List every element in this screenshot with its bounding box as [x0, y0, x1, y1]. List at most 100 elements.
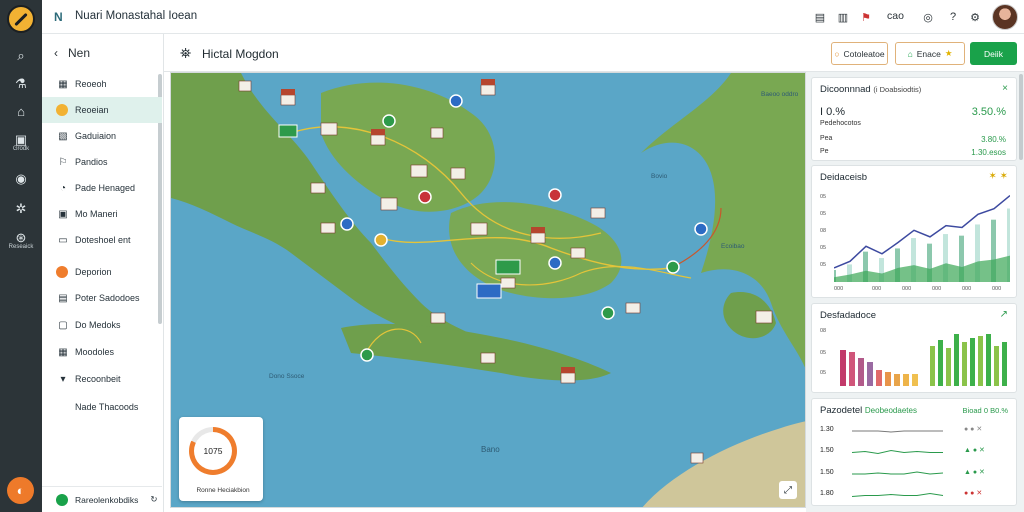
- nav-item-deporion[interactable]: Deporion: [42, 259, 162, 285]
- secondary-nav: ‹ Nen ▦ Reoeoh Reoeian ▧ Gaduiaion ⚐ Pandios…: [42, 34, 164, 512]
- bar: [946, 348, 951, 386]
- house-marker: [320, 122, 338, 136]
- house-marker: [238, 80, 252, 92]
- row-actions[interactable]: ● ● ✕: [964, 425, 982, 433]
- y-tick: 08: [820, 228, 827, 234]
- house-marker: [500, 277, 516, 289]
- house-marker: [690, 452, 704, 464]
- sparkline: [852, 471, 944, 475]
- bar: [994, 346, 999, 386]
- briefcase-icon[interactable]: ▥: [835, 9, 851, 25]
- image-icon: ▧: [58, 130, 68, 142]
- nav-item-reoeoh[interactable]: ▦ Reoeoh: [42, 71, 162, 97]
- pin-box-marker: [495, 259, 521, 275]
- table-row-label: 1.80: [820, 490, 834, 497]
- roof-marker: [561, 367, 575, 373]
- back-link[interactable]: ‹ Nen: [54, 46, 90, 60]
- gear-icon[interactable]: ⚙: [967, 9, 983, 25]
- nav-item-moodoles[interactable]: ▦ Moodoles: [42, 339, 162, 365]
- bar: [867, 362, 873, 386]
- avatar[interactable]: [992, 4, 1018, 30]
- kpi-label: Pea: [820, 135, 833, 142]
- fullscreen-icon[interactable]: ⤢: [779, 481, 797, 499]
- filter-button[interactable]: ○ Cotoleatoe: [831, 42, 888, 65]
- nav-item-nade[interactable]: Nade Thacoods: [42, 394, 162, 420]
- nav-item-pade-henaged[interactable]: ◔ Pade Henaged: [42, 175, 162, 201]
- bar: [986, 334, 991, 386]
- pin-marker: [694, 222, 708, 236]
- grid-icon: ▦: [58, 346, 68, 358]
- close-icon[interactable]: ×: [1002, 83, 1008, 94]
- map-label: Baeoo oddro: [761, 91, 799, 98]
- nav-item-poter[interactable]: ▤ Poter Sadodoes: [42, 285, 162, 311]
- nav-item-gaduiaion[interactable]: ▧ Gaduiaion: [42, 123, 162, 149]
- house-marker: [530, 232, 546, 244]
- y-tick: 05: [820, 211, 827, 217]
- map-canvas[interactable]: [171, 73, 806, 508]
- globe-icon[interactable]: ◎: [920, 9, 936, 25]
- progress-widget[interactable]: 1075 Ronne Heciakbion: [179, 417, 263, 501]
- calendar-icon: ▭: [58, 234, 68, 246]
- star-icon[interactable]: ✶ ✶: [988, 171, 1008, 182]
- house-marker: [370, 134, 386, 146]
- rail-research[interactable]: ⊛ Reseaick: [0, 228, 42, 254]
- nav-footer[interactable]: Rareolenkobdiks ↻: [42, 486, 162, 512]
- panel-scrollbar[interactable]: [1019, 74, 1023, 160]
- roof-marker: [531, 227, 545, 233]
- status-text: cao: [887, 10, 904, 22]
- bar-chart[interactable]: [834, 330, 1012, 386]
- rail-chat[interactable]: ◉: [0, 165, 42, 191]
- share-button[interactable]: ⌂ Enace ★: [895, 42, 965, 65]
- house-marker: [280, 94, 296, 106]
- map-icon: ⛯: [180, 45, 192, 61]
- rail-settings[interactable]: ✲: [0, 195, 42, 221]
- bar: [938, 340, 943, 386]
- rail-building[interactable]: ⌂: [0, 98, 42, 124]
- pin-marker: [548, 256, 562, 270]
- landmass-center: [321, 82, 495, 212]
- trend-icon[interactable]: ↗: [1000, 309, 1008, 320]
- rail-camera[interactable]: ▣ Grodk: [0, 130, 42, 156]
- pin-marker: [360, 348, 374, 362]
- alert-icon[interactable]: ⚑: [858, 9, 874, 25]
- roof-marker: [481, 79, 495, 85]
- bar: [840, 350, 846, 386]
- building-icon: ⌂: [17, 103, 25, 119]
- row-actions[interactable]: ● ● ✕: [964, 489, 982, 497]
- area-chart[interactable]: [834, 188, 1010, 282]
- map-label: Dono Ssoce: [269, 373, 305, 380]
- nav-item-recoonbeit[interactable]: ▾ Recoonbeit: [42, 366, 162, 392]
- bar: [978, 336, 983, 386]
- kpi-label-2: Pe: [820, 148, 829, 155]
- map-label: Ecoibao: [721, 243, 745, 250]
- nav-item-mo-maneri[interactable]: ▣ Mo Maneri: [42, 201, 162, 227]
- table-icon: ▤: [58, 292, 68, 304]
- nav-item-do-medoks[interactable]: ▢ Do Medoks: [42, 312, 162, 338]
- app-logo-icon[interactable]: [7, 5, 35, 33]
- pin-marker: [666, 260, 680, 274]
- rail-lab[interactable]: ⚗: [0, 70, 42, 96]
- kpi-change-3: 1.30.esos: [971, 148, 1006, 157]
- nav-item-pandios[interactable]: ⚐ Pandios: [42, 149, 162, 175]
- compass-button[interactable]: ◐: [7, 477, 34, 504]
- x-tick: 000: [834, 286, 844, 292]
- sparklines: [852, 430, 944, 497]
- row-actions[interactable]: ▲ ● ✕: [964, 446, 985, 454]
- nav-item-doteshoel[interactable]: ▭ Doteshoel ent: [42, 227, 162, 253]
- house-marker: [380, 197, 398, 211]
- nav-item-reoeian[interactable]: Reoeian: [42, 97, 162, 123]
- bar-chart-card: Desfadadoce ↗ 08 05 05: [811, 303, 1017, 393]
- server-icon: ▣: [58, 208, 68, 220]
- progress-label: Ronne Heciakbion: [196, 487, 250, 494]
- help-icon[interactable]: ?: [945, 9, 961, 25]
- primary-action-button[interactable]: Deiik: [970, 42, 1017, 65]
- refresh-icon[interactable]: ↻: [150, 494, 157, 505]
- map-view[interactable]: Baeoo oddro Bovio Ecoibao Dono Ssoce Ban…: [170, 72, 806, 508]
- page-title: Hictal Mogdon: [202, 47, 279, 61]
- pin-box-marker: [476, 283, 502, 299]
- row-actions[interactable]: ▲ ● ✕: [964, 468, 985, 476]
- house-marker: [570, 247, 586, 259]
- house-marker: [320, 222, 336, 234]
- document-icon[interactable]: ▤: [812, 9, 828, 25]
- rail-search[interactable]: ⌕: [0, 42, 42, 68]
